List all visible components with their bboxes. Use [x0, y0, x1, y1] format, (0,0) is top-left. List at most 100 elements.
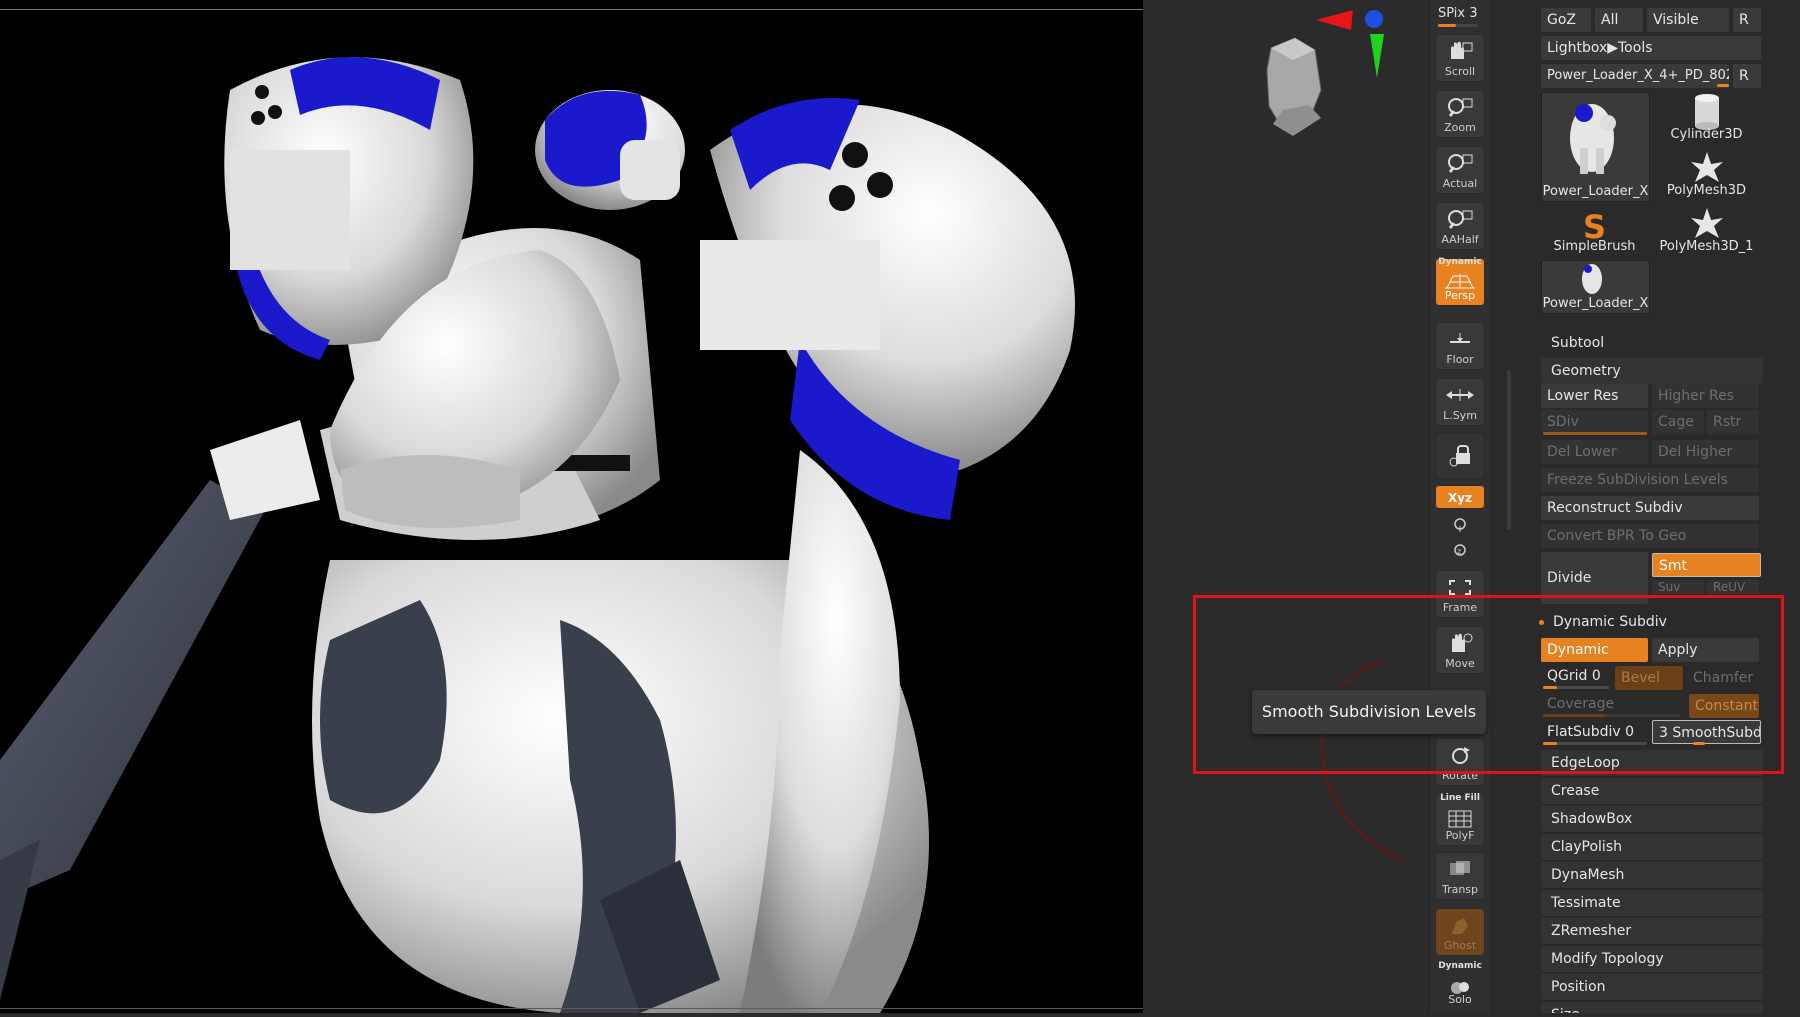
- lock-camera-icon: [1435, 444, 1485, 467]
- rotate-z-icon[interactable]: z: [1452, 542, 1468, 562]
- tool-thumb-power-loader-x-2[interactable]: Power_Loader_X: [1541, 260, 1650, 314]
- goz-all-button[interactable]: All: [1595, 8, 1643, 32]
- persp-button[interactable]: Dynamic Persp: [1435, 257, 1485, 306]
- tool-thumb-label: PolyMesh3D_1: [1659, 239, 1754, 254]
- tool-thumb-label: SimpleBrush: [1553, 239, 1636, 254]
- spix-slider[interactable]: [1438, 24, 1478, 27]
- highlight-box: [1193, 595, 1784, 774]
- canvas-viewport[interactable]: [0, 0, 1143, 1013]
- reuv-toggle[interactable]: ReUV: [1707, 580, 1759, 594]
- tool-thumb-cylinder3d[interactable]: Cylinder3D: [1653, 92, 1760, 144]
- sdiv-slider[interactable]: SDiv: [1541, 410, 1648, 434]
- ghost-button[interactable]: Ghost: [1435, 908, 1485, 956]
- current-tool-name[interactable]: Power_Loader_X_4+_PD_802_: [1541, 64, 1729, 88]
- svg-text:z: z: [1457, 547, 1461, 556]
- subtool-section[interactable]: Subtool: [1541, 330, 1763, 356]
- xyz-button[interactable]: Xyz: [1435, 485, 1485, 509]
- sdiv-slider-bar[interactable]: [1543, 432, 1647, 435]
- section-claypolish[interactable]: ClayPolish: [1541, 834, 1763, 860]
- section-dynamesh[interactable]: DynaMesh: [1541, 862, 1763, 888]
- current-tool-slider[interactable]: [1717, 84, 1729, 87]
- higher-res-button[interactable]: Higher Res: [1652, 384, 1759, 408]
- viewport-bottom-border: [0, 1008, 1143, 1009]
- cylinder-icon: [1695, 94, 1719, 130]
- section-size[interactable]: Size: [1541, 1002, 1763, 1013]
- lower-res-button[interactable]: Lower Res: [1541, 384, 1648, 408]
- solo-dynamic-label: Dynamic: [1438, 961, 1482, 971]
- simplebrush-s-icon: S: [1583, 208, 1606, 246]
- robot-thumbnail-icon: [1570, 104, 1616, 174]
- solo-button[interactable]: Dynamic Solo: [1435, 961, 1485, 1010]
- navigation-area[interactable]: [1143, 0, 1429, 1013]
- tool-thumb-polymesh3d[interactable]: PolyMesh3D: [1653, 148, 1760, 200]
- section-zremesher[interactable]: ZRemesher: [1541, 918, 1763, 944]
- hand-scroll-icon: [1435, 40, 1485, 62]
- xyz-label: Xyz: [1447, 491, 1473, 505]
- robot-model-render: [0, 57, 1075, 1013]
- section-position[interactable]: Position: [1541, 974, 1763, 1000]
- lock-button[interactable]: [1435, 432, 1485, 480]
- gizmo-3d[interactable]: [1143, 0, 1429, 1013]
- scroll-label: Scroll: [1444, 65, 1476, 78]
- floor-icon: [1435, 328, 1485, 350]
- magnifier-aahalf-icon: [1435, 208, 1485, 230]
- magnifier-zoom-icon: [1435, 96, 1485, 118]
- lightbox-tools-button[interactable]: Lightbox▶Tools: [1541, 36, 1761, 60]
- section-modify-topology[interactable]: Modify Topology: [1541, 946, 1763, 972]
- floor-button[interactable]: Floor: [1435, 322, 1485, 370]
- reconstruct-subdiv-button[interactable]: Reconstruct Subdiv: [1541, 496, 1759, 520]
- rotate-y-icon[interactable]: [1452, 516, 1468, 536]
- cage-button[interactable]: Cage: [1652, 410, 1704, 434]
- persp-dynamic-label: Dynamic: [1438, 257, 1482, 267]
- polyf-button[interactable]: Line Fill PolyF: [1435, 793, 1485, 846]
- robot-thumbnail-icon: [1582, 264, 1602, 294]
- suv-toggle[interactable]: Suv: [1652, 580, 1704, 594]
- ghost-icon: [1435, 914, 1485, 936]
- goz-r-button[interactable]: R: [1733, 8, 1761, 32]
- freeze-subdivision-button[interactable]: Freeze SubDivision Levels: [1541, 468, 1759, 492]
- goz-visible-button[interactable]: Visible: [1647, 8, 1729, 32]
- magnifier-actual-icon: [1435, 152, 1485, 174]
- star-polymesh-icon: [1691, 152, 1723, 182]
- right-shelf: SPix 3 Scroll Zoom Actual AAHalf Dynamic…: [1429, 0, 1490, 1013]
- tool-thumb-simplebrush[interactable]: S SimpleBrush: [1541, 204, 1648, 256]
- section-shadowbox[interactable]: ShadowBox: [1541, 806, 1763, 832]
- palette-scrollbar[interactable]: [1507, 370, 1511, 530]
- smt-toggle[interactable]: Smt: [1652, 553, 1761, 577]
- del-lower-button[interactable]: Del Lower: [1541, 440, 1648, 464]
- ghost-label: Ghost: [1443, 939, 1477, 952]
- lsym-button[interactable]: L.Sym: [1435, 378, 1485, 426]
- section-tessimate[interactable]: Tessimate: [1541, 890, 1763, 916]
- del-higher-button[interactable]: Del Higher: [1652, 440, 1759, 464]
- tool-thumb-power-loader-x[interactable]: Power_Loader_X: [1541, 92, 1650, 202]
- geometry-section-header[interactable]: Geometry: [1541, 358, 1763, 384]
- zoom-label: Zoom: [1444, 121, 1476, 134]
- tool-thumb-polymesh3d-1[interactable]: PolyMesh3D_1: [1653, 204, 1760, 256]
- scroll-button[interactable]: Scroll: [1435, 34, 1485, 82]
- aahalf-label: AAHalf: [1441, 233, 1479, 246]
- convert-bpr-button[interactable]: Convert BPR To Geo: [1541, 524, 1759, 548]
- polyf-label: PolyF: [1445, 829, 1475, 842]
- lsym-label: L.Sym: [1443, 409, 1477, 422]
- aahalf-button[interactable]: AAHalf: [1435, 202, 1485, 250]
- polyframe-grid-icon: [1435, 808, 1485, 830]
- goz-button[interactable]: GoZ: [1541, 8, 1591, 32]
- floor-label: Floor: [1446, 353, 1474, 366]
- transp-button[interactable]: Transp: [1435, 852, 1485, 900]
- symmetry-arrows-icon: [1435, 384, 1485, 406]
- star-polymesh-icon: [1691, 208, 1723, 238]
- polyf-linefill-label: Line Fill: [1440, 793, 1480, 803]
- section-crease[interactable]: Crease: [1541, 778, 1763, 804]
- current-tool-r-button[interactable]: R: [1733, 64, 1761, 88]
- tool-thumb-label: Cylinder3D: [1670, 127, 1743, 142]
- rstr-button[interactable]: Rstr: [1707, 410, 1759, 434]
- spix-label[interactable]: SPix 3: [1438, 6, 1478, 21]
- tool-thumb-label: Power_Loader_X: [1542, 296, 1649, 311]
- actual-button[interactable]: Actual: [1435, 146, 1485, 194]
- zoom-button[interactable]: Zoom: [1435, 90, 1485, 138]
- svg-text:S: S: [1583, 208, 1606, 242]
- persp-label: Persp: [1444, 289, 1476, 302]
- solo-label: Solo: [1448, 993, 1472, 1006]
- transparency-icon: [1435, 858, 1485, 880]
- actual-label: Actual: [1442, 177, 1478, 190]
